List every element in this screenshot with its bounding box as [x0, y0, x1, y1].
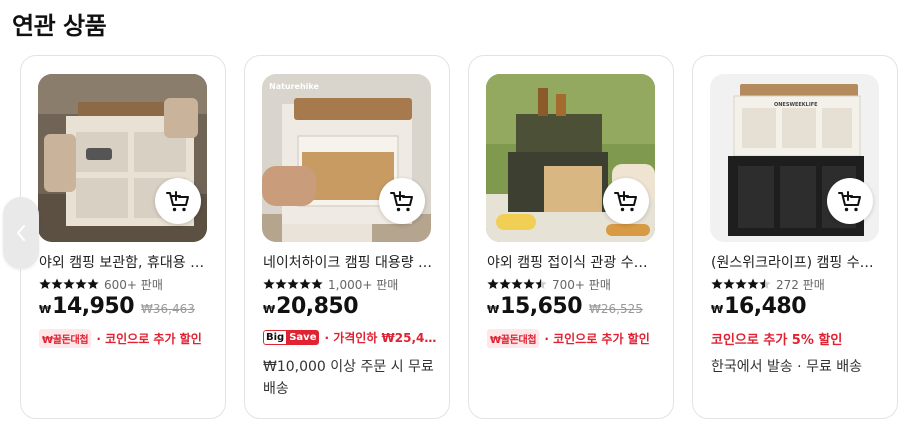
star-rating: 272 판매	[711, 277, 825, 292]
product-title[interactable]: (원스위크라이프) 캠핑 수납 박스	[711, 252, 883, 272]
product-card[interactable]: 야외 캠핑 보관함, 휴대용 접이식 캠핑 박스 600+ 판매 ₩ 14,95…	[20, 55, 226, 419]
star-half-icon	[759, 278, 771, 289]
star-icon	[723, 278, 735, 289]
shipping-info: 한국에서 발송 · 무료 배송	[711, 359, 863, 375]
star-icon	[511, 278, 523, 289]
star-icon	[39, 278, 51, 289]
price-row: ₩ 16,480	[711, 294, 807, 319]
chevron-left-icon	[17, 225, 25, 241]
product-card[interactable]: ONESWEEKLIFE (원스위크라이프) 캠핑 수납 박스 272 판매 ₩…	[692, 55, 898, 419]
event-badge: ₩꿀돈대첩	[487, 329, 540, 348]
add-to-cart-button[interactable]	[603, 178, 649, 224]
add-to-cart-button[interactable]	[155, 178, 201, 224]
star-icon	[523, 278, 535, 289]
sold-count: 272 판매	[776, 277, 825, 292]
product-card[interactable]: Naturehike 네이처하이크 캠핑 대용량 수납 박스 1,000+ 판매…	[244, 55, 450, 419]
star-icon	[63, 278, 75, 289]
promo-row: ₩꿀돈대첩 · 코인으로 추가 할인	[39, 329, 202, 348]
shipping-info: ₩10,000 이상 주문 시 무료 배송	[263, 359, 434, 397]
star-rating: 600+ 판매	[39, 277, 163, 292]
product-image[interactable]: Naturehike	[262, 74, 431, 242]
price-row: ₩ 14,950 ₩36,463	[39, 294, 195, 319]
brand-watermark: ONESWEEKLIFE	[774, 102, 818, 108]
sale-price: 15,650	[500, 294, 583, 319]
price-row: ₩ 20,850	[263, 294, 359, 319]
product-title[interactable]: 야외 캠핑 보관함, 휴대용 접이식 캠핑 박스	[39, 252, 211, 272]
sold-count: 700+ 판매	[552, 277, 611, 292]
add-to-cart-button[interactable]	[827, 178, 873, 224]
star-icon	[735, 278, 747, 289]
product-image[interactable]	[486, 74, 655, 242]
add-to-cart-button[interactable]	[379, 178, 425, 224]
promo-text: · 코인으로 추가 할인	[544, 332, 650, 346]
star-icon	[711, 278, 723, 289]
sold-count: 600+ 판매	[104, 277, 163, 292]
promo-text: · 가격인하 ₩25,450	[324, 331, 441, 345]
original-price: ₩36,463	[141, 302, 195, 316]
promo-row: Big Save · 가격인하 ₩25,450	[263, 329, 440, 346]
product-title[interactable]: 야외 캠핑 접이식 관광 수납 박스	[487, 252, 659, 272]
carousel-prev-button[interactable]	[3, 197, 39, 269]
star-icon	[263, 278, 275, 289]
sale-price: 14,950	[52, 294, 135, 319]
sale-price: 16,480	[724, 294, 807, 319]
big-save-badge-left: Big	[263, 330, 287, 345]
promo-row: ₩꿀돈대첩 · 코인으로 추가 할인	[487, 329, 650, 348]
sold-count: 1,000+ 판매	[328, 277, 399, 292]
big-save-badge-right: Save	[286, 330, 320, 345]
currency-symbol: ₩	[39, 303, 52, 316]
promo-text: · 코인으로 추가 할인	[96, 332, 202, 346]
star-icon	[287, 278, 299, 289]
star-icon	[299, 278, 311, 289]
currency-symbol: ₩	[487, 303, 500, 316]
star-icon	[51, 278, 63, 289]
currency-symbol: ₩	[711, 303, 724, 316]
cart-plus-icon	[166, 191, 189, 212]
star-icon	[487, 278, 499, 289]
star-rating: 700+ 판매	[487, 277, 611, 292]
price-row: ₩ 15,650 ₩26,525	[487, 294, 643, 319]
section-title: 연관 상품	[12, 12, 107, 40]
coin-discount-text: 코인으로 추가 5% 할인	[711, 333, 843, 348]
star-half-icon	[535, 278, 547, 289]
star-icon	[275, 278, 287, 289]
sale-price: 20,850	[276, 294, 359, 319]
cart-plus-icon	[614, 191, 637, 212]
product-card[interactable]: 야외 캠핑 접이식 관광 수납 박스 700+ 판매 ₩ 15,650 ₩26,…	[468, 55, 674, 419]
original-price: ₩26,525	[589, 302, 643, 316]
star-icon	[311, 278, 323, 289]
big-save-badge: Big Save	[263, 330, 320, 345]
star-icon	[75, 278, 87, 289]
star-icon	[747, 278, 759, 289]
product-image[interactable]: ONESWEEKLIFE	[710, 74, 879, 242]
cart-plus-icon	[390, 191, 413, 212]
star-icon	[87, 278, 99, 289]
star-icon	[499, 278, 511, 289]
cart-plus-icon	[838, 191, 861, 212]
brand-watermark: Naturehike	[269, 82, 319, 91]
product-title[interactable]: 네이처하이크 캠핑 대용량 수납 박스	[263, 252, 435, 272]
event-badge: ₩꿀돈대첩	[39, 329, 92, 348]
star-rating: 1,000+ 판매	[263, 277, 399, 292]
product-image[interactable]	[38, 74, 207, 242]
currency-symbol: ₩	[263, 303, 276, 316]
